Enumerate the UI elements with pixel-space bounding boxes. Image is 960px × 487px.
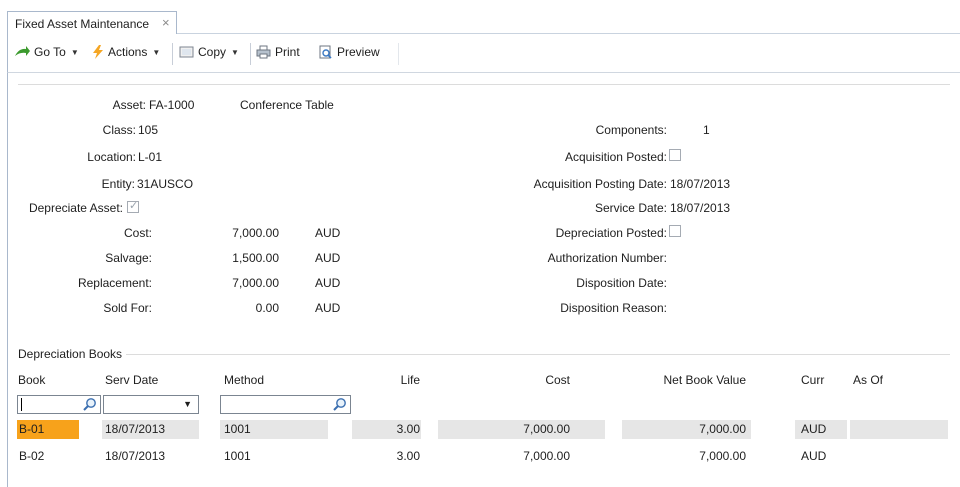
chevron-down-icon: ▼ (152, 47, 161, 57)
text-cursor (21, 398, 22, 411)
asset-label: Asset: (112, 98, 146, 112)
section-divider (126, 354, 950, 355)
preview-label: Preview (337, 45, 380, 59)
depreciation-posted-label: Depreciation Posted: (555, 226, 667, 240)
location-label: Location: (87, 150, 136, 164)
chevron-down-icon: ▼ (183, 399, 192, 409)
cell-method[interactable]: 1001 (224, 447, 251, 466)
acquisition-posting-date-label: Acquisition Posting Date: (533, 177, 667, 191)
salvage-label: Salvage: (105, 251, 152, 265)
cell-net-book-value[interactable]: 7,000.00 (640, 420, 746, 439)
depreciate-asset-label: Depreciate Asset: (28, 201, 123, 215)
tab-label: Fixed Asset Maintenance (15, 17, 150, 31)
goto-button[interactable]: Go To ▼ (14, 45, 79, 59)
acquisition-posted-label: Acquisition Posted: (564, 150, 667, 164)
cell-life[interactable]: 3.00 (352, 420, 420, 439)
column-header-method[interactable]: Method (224, 373, 264, 387)
toolbar: Go To ▼ Actions ▼ Copy ▼ Print Preview (7, 34, 960, 73)
chevron-down-icon: ▼ (70, 47, 79, 57)
cell-book[interactable]: B-02 (19, 447, 44, 466)
acquisition-posted-checkbox[interactable] (669, 149, 681, 161)
disposition-date-label: Disposition Date: (576, 276, 667, 290)
print-button[interactable]: Print (256, 45, 300, 59)
column-header-book[interactable]: Book (18, 373, 45, 387)
column-header-net-book-value[interactable]: Net Book Value (650, 373, 747, 387)
location-value[interactable]: L-01 (138, 150, 162, 164)
book-filter-input[interactable] (17, 395, 101, 414)
copy-button[interactable]: Copy ▼ (179, 45, 239, 59)
close-icon[interactable]: × (162, 15, 170, 30)
cost-currency: AUD (315, 226, 341, 240)
search-icon[interactable] (82, 397, 97, 412)
entity-value[interactable]: 31AUSCO (137, 177, 193, 191)
components-label: Components: (595, 123, 667, 137)
cost-value[interactable]: 7,000.00 (189, 226, 279, 240)
cell-net-book-value[interactable]: 7,000.00 (640, 447, 746, 466)
cell-serv-date[interactable]: 18/07/2013 (105, 420, 165, 439)
copy-icon (179, 46, 194, 58)
replacement-currency: AUD (315, 276, 341, 290)
salvage-value[interactable]: 1,500.00 (189, 251, 279, 265)
method-filter-input[interactable] (220, 395, 351, 414)
cell-cost[interactable]: 7,000.00 (470, 447, 570, 466)
class-label: Class: (102, 123, 136, 137)
copy-label: Copy (198, 45, 227, 59)
class-value[interactable]: 105 (138, 123, 158, 137)
sold-for-value[interactable]: 0.00 (189, 301, 279, 315)
row-highlight (850, 420, 948, 439)
column-header-serv-date[interactable]: Serv Date (105, 373, 158, 387)
cell-curr[interactable]: AUD (801, 447, 826, 466)
lightning-icon (93, 45, 103, 59)
cell-method[interactable]: 1001 (224, 420, 251, 439)
sold-for-currency: AUD (315, 301, 341, 315)
toolbar-separator (172, 43, 173, 65)
printer-icon (256, 45, 271, 59)
cell-life[interactable]: 3.00 (352, 447, 420, 466)
column-header-life[interactable]: Life (372, 373, 420, 387)
print-label: Print (275, 45, 300, 59)
salvage-currency: AUD (315, 251, 341, 265)
content-border (7, 73, 8, 487)
toolbar-separator (250, 43, 251, 65)
cell-book[interactable]: B-01 (19, 420, 44, 439)
components-value: 1 (703, 123, 710, 137)
preview-button[interactable]: Preview (318, 45, 380, 59)
toolbar-separator (398, 43, 399, 65)
acquisition-posting-date-value[interactable]: 18/07/2013 (670, 177, 730, 191)
replacement-label: Replacement: (77, 276, 152, 290)
authorization-number-label: Authorization Number: (547, 251, 667, 265)
chevron-down-icon: ▼ (231, 47, 239, 57)
entity-label: Entity: (101, 177, 135, 191)
asset-value[interactable]: FA-1000 (149, 98, 194, 112)
cell-cost[interactable]: 7,000.00 (470, 420, 570, 439)
cell-curr[interactable]: AUD (801, 420, 826, 439)
actions-button[interactable]: Actions ▼ (92, 45, 160, 59)
disposition-reason-label: Disposition Reason: (560, 301, 667, 315)
cost-label: Cost: (123, 226, 152, 240)
column-header-as-of[interactable]: As Of (853, 373, 883, 387)
search-icon[interactable] (332, 397, 347, 412)
depreciate-asset-checkbox[interactable] (127, 199, 139, 213)
service-date-label: Service Date: (594, 201, 667, 215)
service-date-value[interactable]: 18/07/2013 (670, 201, 730, 215)
cell-serv-date[interactable]: 18/07/2013 (105, 447, 165, 466)
header-divider (18, 84, 950, 85)
replacement-value[interactable]: 7,000.00 (189, 276, 279, 290)
sold-for-label: Sold For: (103, 301, 152, 315)
column-header-cost[interactable]: Cost (500, 373, 570, 387)
tab-fixed-asset-maintenance[interactable]: Fixed Asset Maintenance × (7, 11, 177, 34)
goto-label: Go To (34, 45, 66, 59)
depreciation-books-title: Depreciation Books (18, 347, 123, 361)
actions-label: Actions (108, 45, 148, 59)
preview-icon (319, 45, 332, 59)
asset-description: Conference Table (240, 98, 334, 112)
tab-strip: Fixed Asset Maintenance × (0, 0, 960, 34)
column-header-curr[interactable]: Curr (801, 373, 824, 387)
depreciation-posted-checkbox[interactable] (669, 225, 681, 237)
goto-arrow-icon (15, 46, 30, 56)
serv-date-filter-select[interactable]: ▼ (103, 395, 199, 414)
